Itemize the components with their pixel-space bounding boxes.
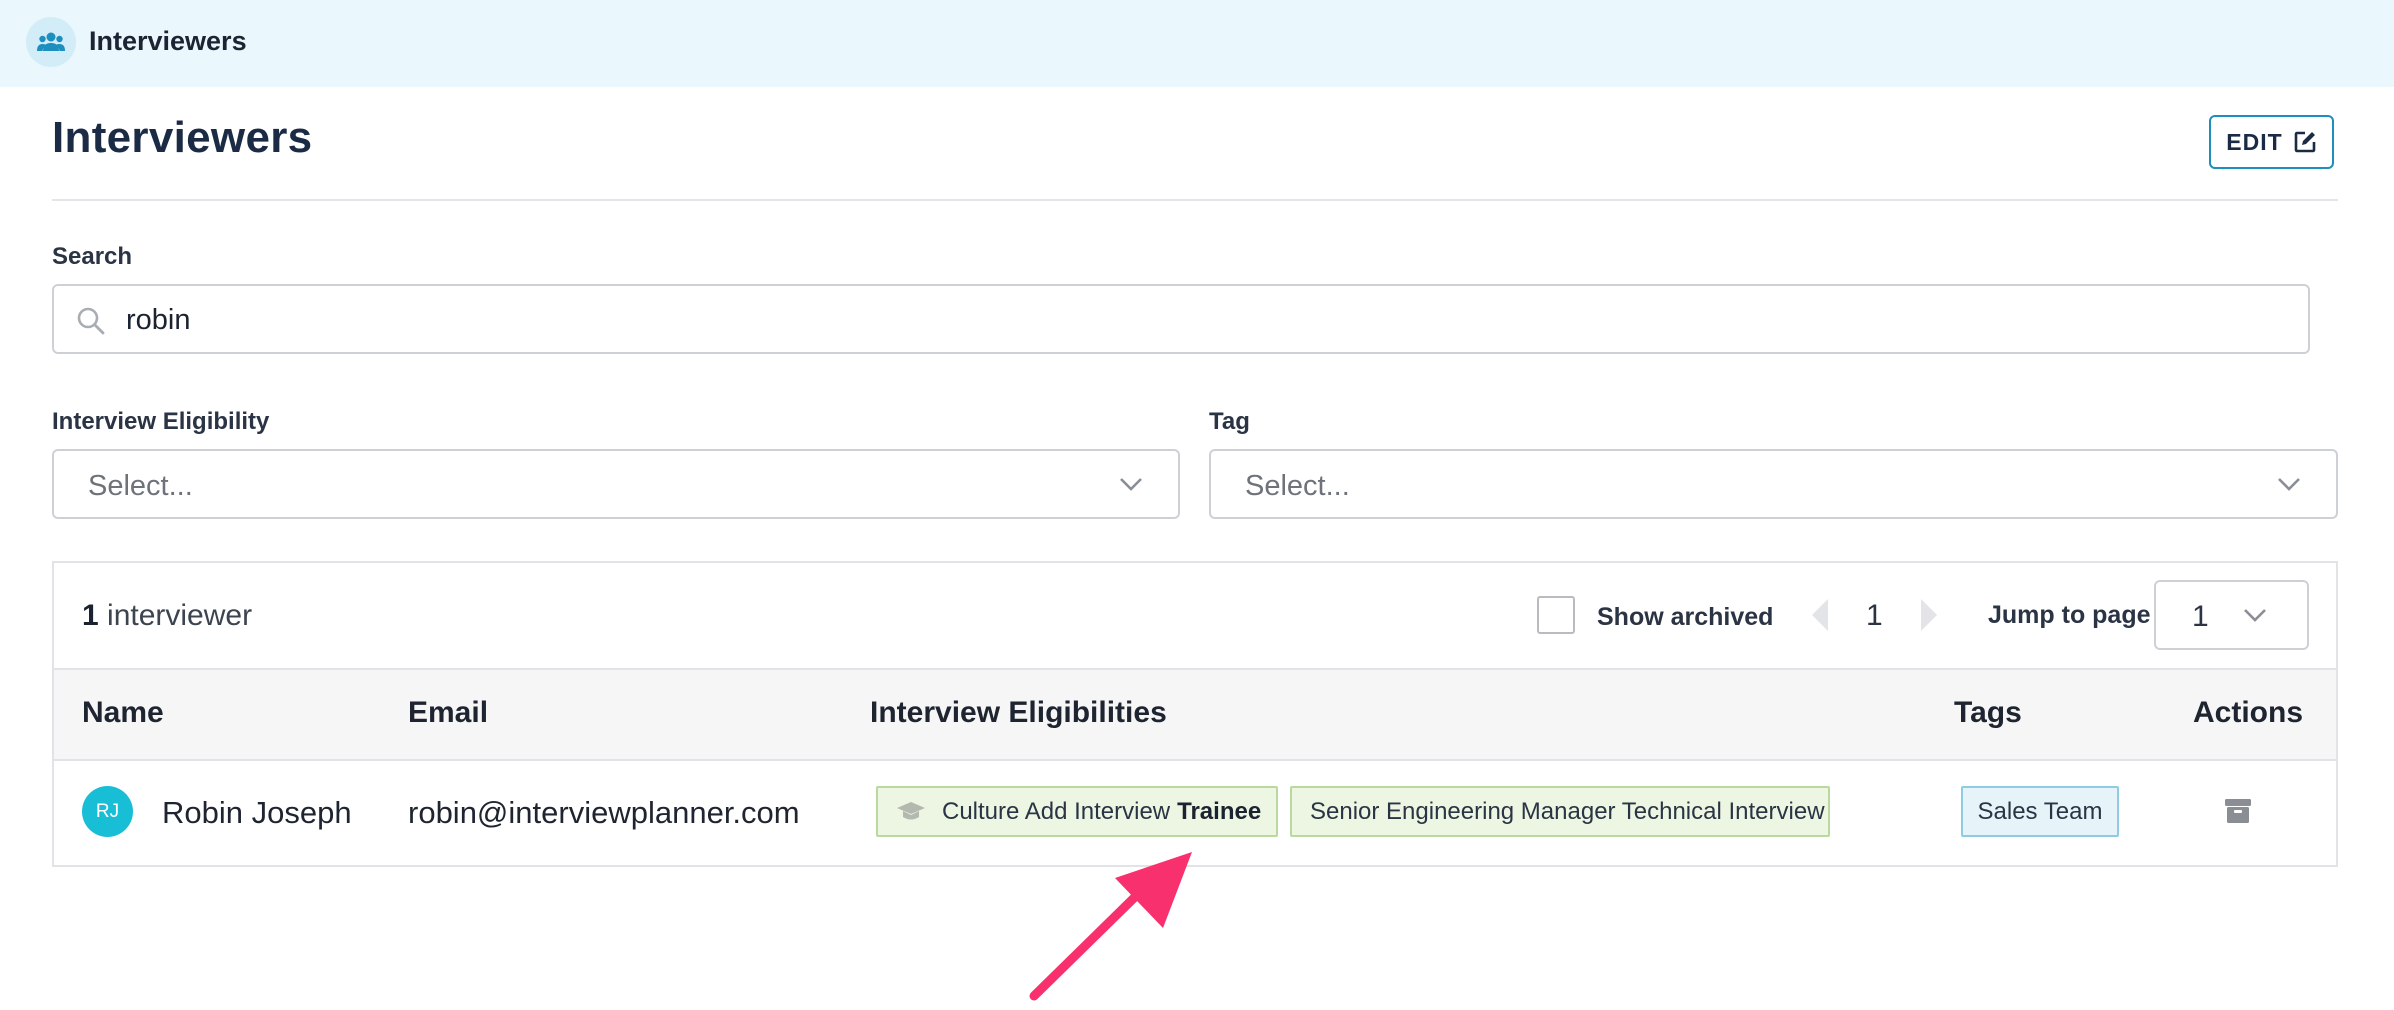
chevron-down-icon xyxy=(2244,609,2266,622)
column-header-email[interactable]: Email xyxy=(408,696,488,730)
jump-to-page-select[interactable]: 1 xyxy=(2154,580,2309,650)
eligibility-tag-senior-eng-manager: Senior Engineering Manager Technical Int… xyxy=(1290,786,1830,837)
eligibility-name: Senior Engineering Manager Technical Int… xyxy=(1310,797,1825,825)
eligibility-select-placeholder: Select... xyxy=(88,470,193,502)
tag-filter-label: Tag xyxy=(1209,408,1250,435)
edit-button[interactable]: EDIT xyxy=(2209,115,2334,169)
edit-button-label: EDIT xyxy=(2226,128,2283,155)
previous-page-icon[interactable] xyxy=(1808,597,1832,633)
chevron-down-icon xyxy=(2278,478,2300,491)
users-icon xyxy=(26,17,76,67)
header-divider xyxy=(52,199,2338,201)
jump-to-page-label: Jump to page xyxy=(1988,601,2151,629)
show-archived-label[interactable]: Show archived xyxy=(1597,603,1773,632)
eligibility-status: Trainee xyxy=(1177,797,1262,825)
jump-to-page-value: 1 xyxy=(2192,600,2209,633)
eligibility-tag-culture-add: Culture Add Interview Trainee xyxy=(876,786,1278,837)
page-title: Interviewers xyxy=(52,113,313,162)
eligibility-name: Culture Add Interview xyxy=(942,797,1171,825)
topbar-title: Interviewers xyxy=(89,26,247,56)
tag-chip: Sales Team xyxy=(1961,786,2119,837)
column-header-eligibilities: Interview Eligibilities xyxy=(870,696,1167,729)
graduation-cap-icon xyxy=(897,801,925,819)
edit-icon xyxy=(2294,131,2315,153)
tag-select-placeholder: Select... xyxy=(1245,470,1350,502)
search-label: Search xyxy=(52,243,133,270)
column-header-actions: Actions xyxy=(2193,696,2304,729)
top-bar: Interviewers xyxy=(0,0,2394,87)
next-page-icon[interactable] xyxy=(1917,597,1941,633)
show-archived-checkbox[interactable] xyxy=(1537,596,1575,634)
interviewer-email: robin@interviewplanner.com xyxy=(408,795,800,830)
tag-select[interactable]: Select... xyxy=(1209,449,2338,519)
archive-icon[interactable] xyxy=(2224,797,2252,825)
avatar: RJ xyxy=(82,786,133,837)
results-count: 1 interviewer xyxy=(82,599,252,633)
results-count-suffix: interviewer xyxy=(107,599,253,632)
interviewer-name[interactable]: Robin Joseph xyxy=(162,795,352,831)
search-icon xyxy=(77,307,105,335)
search-value: robin xyxy=(126,304,191,336)
eligibility-select[interactable]: Select... xyxy=(52,449,1180,519)
search-input[interactable]: robin xyxy=(52,284,2310,354)
eligibility-filter-label: Interview Eligibility xyxy=(52,408,270,435)
column-header-tags: Tags xyxy=(1954,696,2022,729)
current-page: 1 xyxy=(1866,599,1883,632)
annotation-arrow-icon xyxy=(1029,852,1192,1001)
chevron-down-icon xyxy=(1120,478,1142,491)
results-count-number: 1 xyxy=(82,599,99,632)
column-header-name[interactable]: Name xyxy=(82,696,164,730)
